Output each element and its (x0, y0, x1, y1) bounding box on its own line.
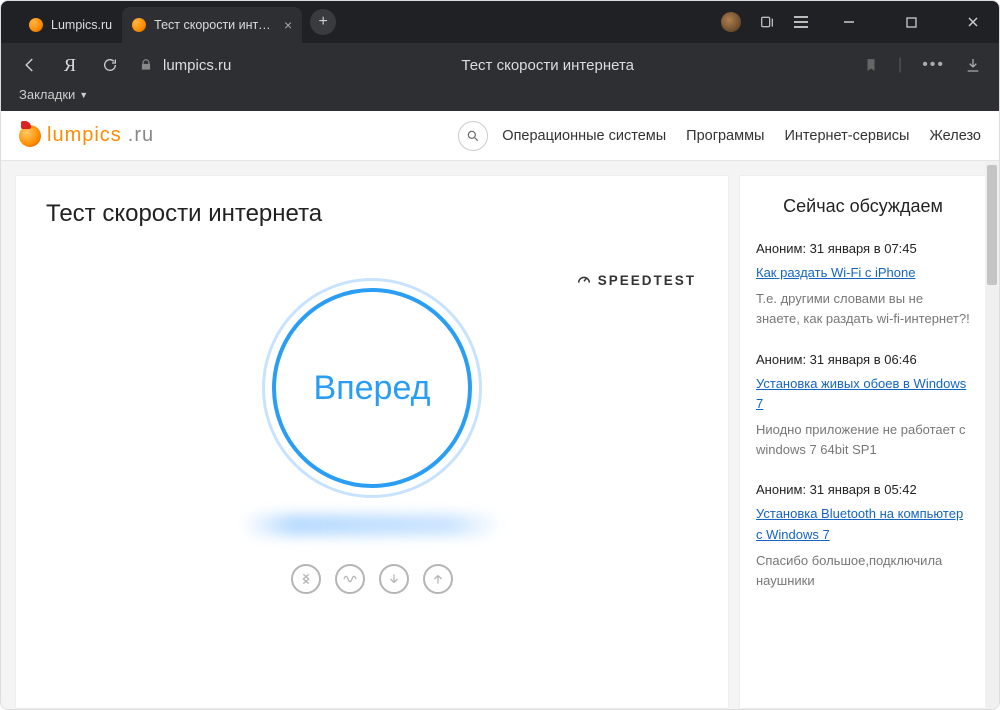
yandex-button[interactable]: Я (59, 55, 81, 76)
bookmarks-label: Закладки (19, 87, 75, 102)
search-icon (466, 129, 480, 143)
comment-body: Спасибо большое,подключила наушники (756, 551, 970, 591)
page-body: Тест скорости интернета SPEEDTEST Вперед (1, 161, 999, 709)
more-icon[interactable]: ••• (922, 56, 945, 74)
favicon-icon (132, 18, 146, 32)
page-title: Тест скорости интернета (249, 57, 846, 74)
main-content: Тест скорости интернета SPEEDTEST Вперед (15, 175, 729, 709)
go-label: Вперед (314, 369, 431, 408)
tab-title: Тест скорости интернет (154, 18, 276, 32)
comment-meta: Аноним: 31 января в 07:45 (756, 239, 970, 259)
url-display[interactable]: lumpics.ru (139, 57, 231, 74)
close-tab-icon[interactable]: × (284, 17, 292, 33)
browser-window: Lumpics.ru Тест скорости интернет × + (0, 0, 1000, 710)
menu-icon[interactable] (793, 15, 809, 29)
comment-meta: Аноним: 31 января в 05:42 (756, 480, 970, 500)
logo-text-secondary: .ru (128, 124, 154, 147)
search-button[interactable] (458, 121, 488, 151)
scrollbar[interactable] (985, 161, 999, 709)
favicon-icon (29, 18, 43, 32)
comment-body: Ниодно приложение не работает с windows … (756, 420, 970, 460)
nav-programs[interactable]: Программы (686, 128, 764, 144)
metric-icons (46, 564, 698, 594)
new-tab-button[interactable]: + (310, 9, 336, 35)
comment-item: Аноним: 31 января в 06:46 Установка живы… (756, 350, 970, 461)
jitter-icon (335, 564, 365, 594)
download-icon (379, 564, 409, 594)
speedtest-label: SPEEDTEST (598, 273, 696, 288)
titlebar: Lumpics.ru Тест скорости интернет × + (1, 1, 999, 43)
scrollbar-thumb[interactable] (987, 165, 997, 285)
close-window-button[interactable] (951, 1, 995, 43)
nav-os[interactable]: Операционные системы (502, 128, 666, 144)
profile-avatar[interactable] (721, 12, 741, 32)
logo-text-primary: lumpics (47, 124, 122, 147)
page-heading: Тест скорости интернета (46, 200, 698, 228)
site-header: lumpics .ru Операционные системы Программ… (1, 111, 999, 161)
sidebar-title: Сейчас обсуждаем (756, 196, 970, 217)
server-info-blurred (242, 514, 502, 536)
back-button[interactable] (19, 56, 41, 74)
sidebar: Сейчас обсуждаем Аноним: 31 января в 07:… (739, 175, 987, 709)
nav-hardware[interactable]: Железо (929, 128, 981, 144)
comment-link[interactable]: Установка Bluetooth на компьютер с Windo… (756, 506, 963, 541)
lock-icon (139, 58, 153, 72)
go-button[interactable]: Вперед (272, 288, 472, 488)
upload-icon (423, 564, 453, 594)
address-bar: Я lumpics.ru Тест скорости интернета | •… (1, 43, 999, 87)
minimize-button[interactable] (827, 1, 871, 43)
tab-strip: Lumpics.ru Тест скорости интернет × + (1, 1, 336, 43)
comment-link[interactable]: Установка живых обоев в Windows 7 (756, 376, 966, 411)
comment-item: Аноним: 31 января в 05:42 Установка Blue… (756, 480, 970, 591)
reload-button[interactable] (99, 57, 121, 73)
bookmark-icon[interactable] (864, 57, 878, 73)
url-domain: lumpics.ru (163, 57, 231, 74)
site-logo[interactable]: lumpics .ru (19, 124, 154, 147)
chevron-down-icon: ▼ (79, 90, 88, 100)
comment-body: Т.е. другими словами вы не знаете, как р… (756, 289, 970, 329)
downloads-icon[interactable] (965, 57, 981, 73)
logo-icon (19, 125, 41, 147)
comment-link[interactable]: Как раздать Wi-Fi с iPhone (756, 265, 915, 280)
gauge-icon (576, 272, 592, 288)
site-nav: Операционные системы Программы Интернет-… (502, 128, 981, 144)
tab-lumpics[interactable]: Lumpics.ru (19, 7, 122, 43)
bookmarks-dropdown[interactable]: Закладки ▼ (19, 87, 88, 102)
tab-title: Lumpics.ru (51, 18, 112, 32)
collections-icon[interactable] (759, 14, 775, 30)
comment-item: Аноним: 31 января в 07:45 Как раздать Wi… (756, 239, 970, 330)
maximize-button[interactable] (889, 1, 933, 43)
ping-icon (291, 564, 321, 594)
comment-meta: Аноним: 31 января в 06:46 (756, 350, 970, 370)
speedtest-brand: SPEEDTEST (576, 272, 696, 288)
bookmarks-bar: Закладки ▼ (1, 87, 999, 111)
divider: | (898, 56, 902, 74)
titlebar-controls (721, 1, 999, 43)
tab-speedtest[interactable]: Тест скорости интернет × (122, 7, 302, 43)
nav-services[interactable]: Интернет-сервисы (784, 128, 909, 144)
